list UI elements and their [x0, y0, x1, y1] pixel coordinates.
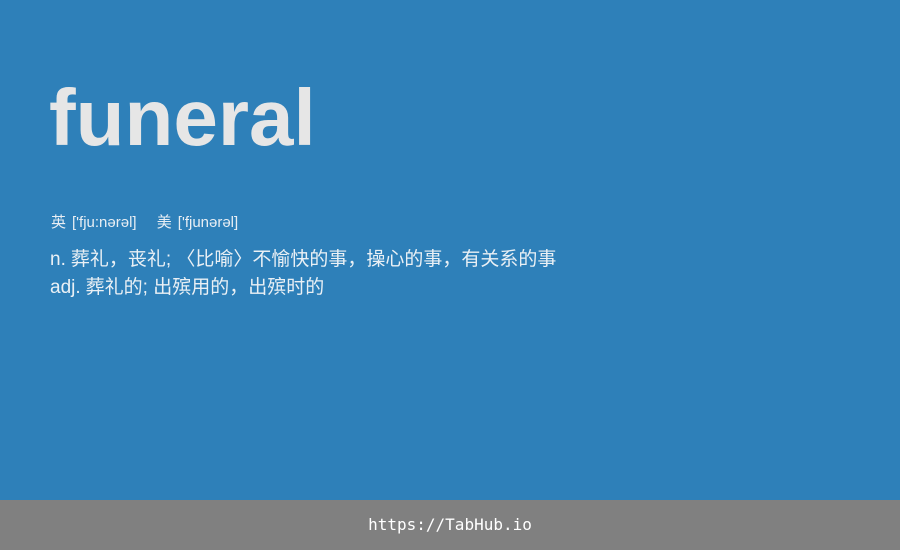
phonetic-transcription: ['fjunərəl] [177, 214, 239, 231]
phonetic-region-label: 英 [51, 214, 67, 231]
footer-bar: https://TabHub.io [0, 500, 900, 550]
definition-text: 葬礼，丧礼; 〈比喻〉不愉快的事，操心的事，有关系的事 [70, 249, 557, 270]
phonetics-row: 英 ['fju:nərəl] 美 ['fjunərəl] [51, 212, 238, 234]
phonetic-transcription: ['fju:nərəl] [72, 214, 137, 231]
phonetic-uk: 英 ['fju:nərəl] [51, 212, 137, 234]
definitions-list: n. 葬礼，丧礼; 〈比喻〉不愉快的事，操心的事，有关系的事 adj. 葬礼的; 出… [50, 246, 650, 302]
part-of-speech: n. [50, 249, 66, 270]
definition-adjective: adj. 葬礼的; 出殡用的，出殡时的 [50, 274, 650, 302]
definition-noun: n. 葬礼，丧礼; 〈比喻〉不愉快的事，操心的事，有关系的事 [50, 246, 650, 274]
word-card: funeral 英 ['fju:nərəl] 美 ['fjunərəl] n. 葬礼，… [0, 0, 900, 500]
headword: funeral [49, 73, 316, 162]
phonetic-region-label: 美 [156, 214, 172, 231]
definition-text: 葬礼的; 出殡用的，出殡时的 [85, 277, 325, 298]
phonetic-us: 美 ['fjunərəl] [157, 212, 238, 234]
tabhub-link[interactable]: https://TabHub.io [0, 500, 900, 550]
part-of-speech: adj. [50, 277, 81, 298]
